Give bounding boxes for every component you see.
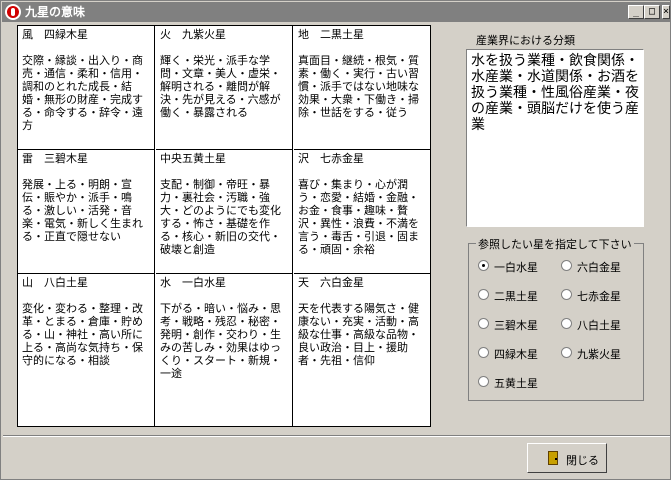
radio-unchecked-icon xyxy=(561,318,572,329)
close-button[interactable]: 閉じる xyxy=(527,443,607,473)
close-button-label: 閉じる xyxy=(566,454,599,467)
title-bar[interactable]: 九星の意味 _ □ × xyxy=(2,2,670,22)
star-name: 地 二黒土星 xyxy=(298,28,364,41)
star-desc: 支配・制御・帝旺・暴力・裏社会・汚職・強大・どのようにでも変化する・怖さ・基礎を… xyxy=(160,178,281,256)
radio-unchecked-icon xyxy=(478,347,489,358)
star-cell-wind: 風 四緑木星 交際・縁談・出入り・商売・通信・柔和・信用・調和のとれた成長・結婚… xyxy=(18,26,155,150)
star-name: 中央五黄土星 xyxy=(160,152,226,165)
star-cell-earth: 地 二黒土星 真面目・継続・根気・質素・働く・実行・古い習慣・派手ではない地味な… xyxy=(294,26,430,150)
star-cell-water: 水 一白水星 下がる・暗い・悩み・思考・戦略・残忍・秘密・発明・創作・交わり・生… xyxy=(156,274,293,426)
radio-label: 二黒土星 xyxy=(494,290,538,303)
radio-label: 一白水星 xyxy=(494,261,538,274)
industry-textbox[interactable]: 水を扱う業種・飲食関係・水産業・水道関係・お酒を扱う業種・性風俗産業・夜の産業・… xyxy=(466,49,644,227)
star-name: 水 一白水星 xyxy=(160,276,226,289)
star-cell-fire: 火 九紫火星 輝く・栄光・派手な学問・文章・美人・虚栄・解明される・離問が解決・… xyxy=(156,26,293,150)
star-desc: 天を代表する陽気さ・健康ない・充実・活動・高級な仕事・高級な品物・良い政治・目上… xyxy=(298,302,419,367)
door-icon xyxy=(548,451,558,465)
radio-unchecked-icon xyxy=(478,289,489,300)
radio-unchecked-icon xyxy=(561,260,572,271)
star-cell-lake: 沢 七赤金星 喜び・集まり・心が潤う・恋愛・結婚・金融・お金・食事・趣味・贅沢・… xyxy=(294,150,430,274)
radio-label: 五黄土星 xyxy=(494,377,538,390)
star-desc: 喜び・集まり・心が潤う・恋愛・結婚・金融・お金・食事・趣味・贅沢・異性・浪費・不… xyxy=(298,178,419,256)
footer-divider xyxy=(3,435,670,437)
star-name: 天 六白金星 xyxy=(298,276,364,289)
star-desc: 下がる・暗い・悩み・思考・戦略・残忍・秘密・発明・創作・交わり・生みの苦しみ・効… xyxy=(160,302,281,380)
app-icon xyxy=(5,4,21,20)
radio-unchecked-icon xyxy=(478,318,489,329)
star-name: 沢 七赤金星 xyxy=(298,152,364,165)
maximize-button[interactable]: □ xyxy=(644,5,660,19)
close-window-button[interactable]: × xyxy=(662,5,670,19)
window-title: 九星の意味 xyxy=(25,5,86,19)
star-desc: 変化・変わる・整理・改革・とまる・倉庫・貯める・山・神社・高い所に上る・高尚な気… xyxy=(22,302,143,367)
radio-label: 九紫火星 xyxy=(577,348,621,361)
star-desc: 発展・上る・明朗・宣伝・賑やか・派手・鳴る・激しい・活発・音楽・電気・新しく生ま… xyxy=(22,178,143,243)
radio-unchecked-icon xyxy=(478,376,489,387)
radio-label: 七赤金星 xyxy=(577,290,621,303)
star-name: 雷 三碧木星 xyxy=(22,152,88,165)
radio-label: 三碧木星 xyxy=(494,319,538,332)
minimize-button[interactable]: _ xyxy=(628,5,644,19)
star-cell-mountain: 山 八白土星 変化・変わる・整理・改革・とまる・倉庫・貯める・山・神社・高い所に… xyxy=(18,274,155,426)
radio-checked-icon xyxy=(478,260,489,271)
radio-label: 六白金星 xyxy=(577,261,621,274)
radio-unchecked-icon xyxy=(561,347,572,358)
star-selector-label: 参照したい星を指定して下さい xyxy=(476,236,634,252)
star-desc: 真面目・継続・根気・質素・働く・実行・古い習慣・派手ではない地味な効果・大衆・下… xyxy=(298,54,419,119)
radio-unchecked-icon xyxy=(561,289,572,300)
star-name: 山 八白土星 xyxy=(22,276,88,289)
app-window: 九星の意味 _ □ × 風 四緑木星 交際・縁談・出入り・商売・通信・柔和・信用… xyxy=(0,0,671,480)
star-cell-heaven: 天 六白金星 天を代表する陽気さ・健康ない・充実・活動・高級な仕事・高級な品物・… xyxy=(294,274,430,426)
star-desc: 交際・縁談・出入り・商売・通信・柔和・信用・調和のとれた成長・結婚・無形の財産・… xyxy=(22,54,143,132)
star-desc: 輝く・栄光・派手な学問・文章・美人・虚栄・解明される・離問が解決・先が見える・六… xyxy=(160,54,281,119)
star-name: 風 四緑木星 xyxy=(22,28,88,41)
star-name: 火 九紫火星 xyxy=(160,28,226,41)
radio-label: 四緑木星 xyxy=(494,348,538,361)
star-cell-center: 中央五黄土星 支配・制御・帝旺・暴力・裏社会・汚職・強大・どのようにでも変化する… xyxy=(156,150,293,274)
star-cell-thunder: 雷 三碧木星 発展・上る・明朗・宣伝・賑やか・派手・鳴る・激しい・活発・音楽・電… xyxy=(18,150,155,274)
star-grid: 風 四緑木星 交際・縁談・出入り・商売・通信・柔和・信用・調和のとれた成長・結婚… xyxy=(17,25,431,427)
radio-label: 八白土星 xyxy=(577,319,621,332)
industry-label: 産業界における分類 xyxy=(476,34,575,47)
